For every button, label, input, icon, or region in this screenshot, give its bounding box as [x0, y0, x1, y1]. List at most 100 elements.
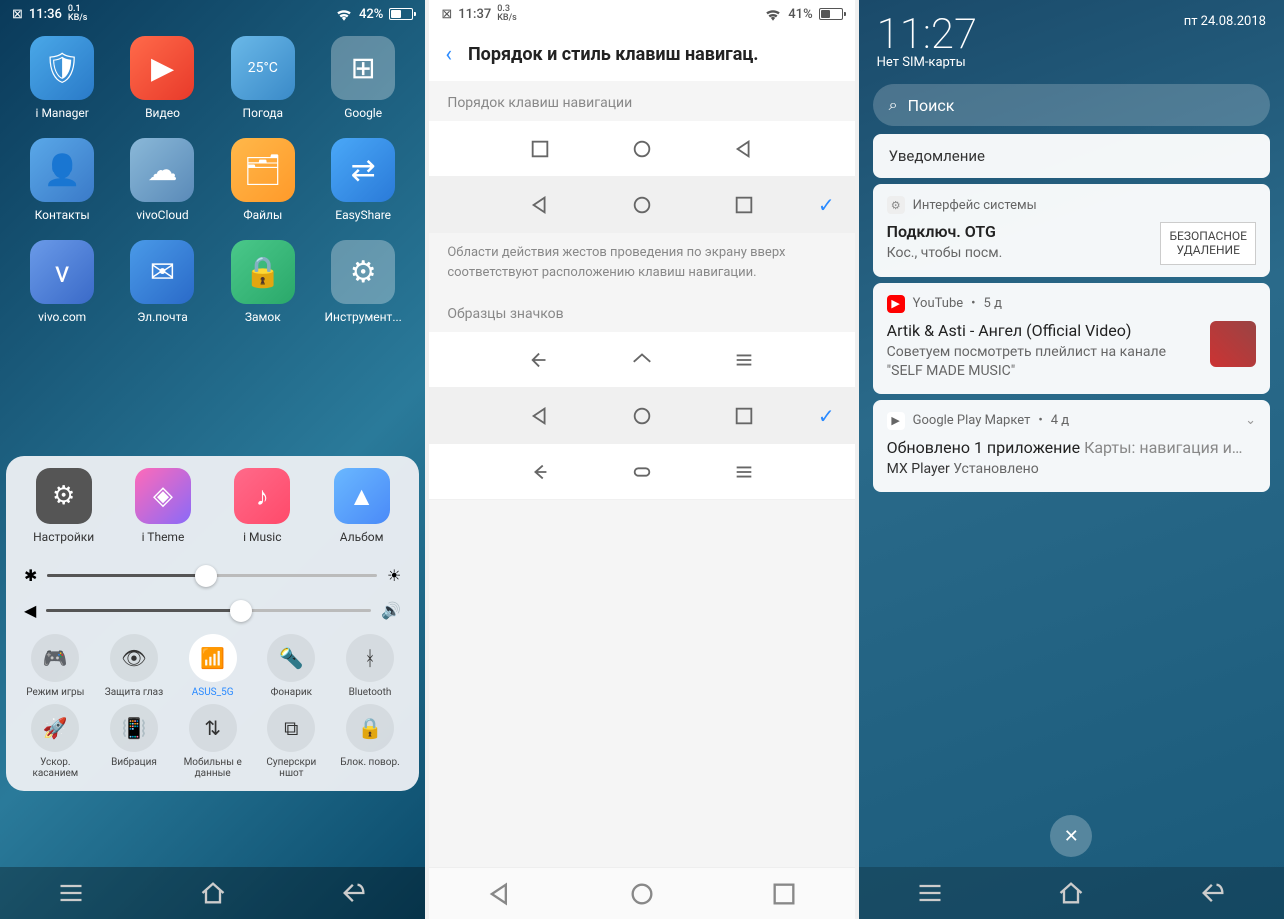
- android-nav-bar: [859, 867, 1284, 919]
- home-button[interactable]: [199, 879, 227, 907]
- toggle-label: Суперскри ншот: [255, 757, 327, 779]
- volume-high-icon: 🔊: [381, 601, 401, 620]
- recent-apps-button[interactable]: [57, 879, 85, 907]
- chevron-down-icon[interactable]: ⌄: [1245, 413, 1256, 428]
- back-icon[interactable]: ‹: [445, 42, 452, 67]
- toggle-label: ASUS_5G: [192, 687, 234, 698]
- toggle-Блок.-повор.[interactable]: 🔒Блок. повор.: [333, 704, 408, 779]
- cc-app-i Theme[interactable]: ◈i Theme: [117, 468, 208, 544]
- app-Эл.почта[interactable]: ✉ Эл.почта: [116, 240, 208, 324]
- notification-otg[interactable]: ⚙ Интерфейс системы Подключ. OTG Кос., ч…: [873, 184, 1270, 277]
- back-button[interactable]: [486, 880, 514, 908]
- clear-notifications-button[interactable]: ✕: [1050, 815, 1092, 857]
- search-placeholder: Поиск: [908, 96, 955, 115]
- toggle-label: Вибрация: [111, 757, 157, 768]
- toggle-Вибрация[interactable]: 📳 Вибрация: [97, 704, 172, 779]
- app-icon: 🛡: [30, 36, 94, 100]
- app-vivo.com[interactable]: vvivo.com: [16, 240, 108, 324]
- icon-style-option-3[interactable]: [429, 444, 854, 500]
- icon-style-option-1[interactable]: [429, 332, 854, 388]
- app-i Manager[interactable]: 🛡 i Manager: [16, 36, 108, 120]
- notif-title: Обновлено 1 приложение Карты: навигация …: [887, 438, 1256, 457]
- android-nav-bar: [0, 867, 425, 919]
- brightness-low-icon: ✱: [24, 566, 37, 585]
- icon-style-option-2[interactable]: ✓: [429, 388, 854, 444]
- app-label: i Manager: [36, 106, 89, 120]
- toggle-label: Режим игры: [26, 687, 84, 698]
- app-Google[interactable]: ⊞Google: [317, 36, 409, 120]
- app-Контакты[interactable]: 👤Контакты: [16, 138, 108, 222]
- search-bar[interactable]: ⌕ Поиск: [873, 84, 1270, 126]
- app-label: Замок: [245, 310, 281, 324]
- volume-slider[interactable]: ◀ 🔊: [18, 593, 407, 628]
- app-icon: ♪: [234, 468, 290, 524]
- app-vivoCloud[interactable]: ☁vivoCloud: [116, 138, 208, 222]
- section-description: Области действия жестов проведения по эк…: [429, 233, 854, 292]
- back-button[interactable]: [340, 879, 368, 907]
- toggle-icon: 📳: [110, 704, 158, 752]
- lock-date: пт 24.08.2018: [1184, 14, 1266, 29]
- status-bar: ⊠ 11:37 0.3 KB/s 41%: [429, 0, 854, 28]
- notif-app-name: YouTube: [913, 296, 964, 311]
- status-bar: ⊠ 11:36 0.1 KB/s 42%: [0, 0, 425, 28]
- network-speed: 0.1 KB/s: [68, 5, 88, 23]
- toggle-icon: 🔦: [267, 634, 315, 682]
- home-button[interactable]: [1057, 879, 1085, 907]
- toggle-icon: ⇅: [189, 704, 237, 752]
- toggle-Bluetooth[interactable]: ᚼBluetooth: [333, 634, 408, 698]
- app-icon: ▲: [334, 468, 390, 524]
- circle-icon: [631, 138, 653, 160]
- recent-apps-button[interactable]: [916, 879, 944, 907]
- app-Инструмент...[interactable]: ⚙Инструмент...: [317, 240, 409, 324]
- toggle-Мобильны-е-данные[interactable]: ⇅Мобильны е данные: [175, 704, 250, 779]
- toggle-icon: 🚀: [31, 704, 79, 752]
- nav-order-option-1[interactable]: [429, 121, 854, 177]
- brightness-slider[interactable]: ✱ ☀: [18, 558, 407, 593]
- nav-order-option-2[interactable]: ✓: [429, 177, 854, 233]
- toggle-Режим-игры[interactable]: 🎮Режим игры: [18, 634, 93, 698]
- cc-app-Настройки[interactable]: ⚙Настройки: [18, 468, 109, 544]
- network-speed: 0.3 KB/s: [497, 5, 517, 23]
- app-Погода[interactable]: 25°CПогода: [217, 36, 309, 120]
- triangle-back-icon: [529, 405, 551, 427]
- toggle-Защита-глаз[interactable]: 👁Защита глаз: [97, 634, 172, 698]
- recent-apps-button[interactable]: [770, 880, 798, 908]
- notification-play-store[interactable]: ▶ Google Play Маркет • 4 д ⌄ Обновлено 1…: [873, 400, 1270, 492]
- section-icon-samples: Образцы значков: [429, 292, 854, 332]
- android-nav-bar: [429, 867, 854, 919]
- notif-body: Кос., чтобы посм.: [887, 244, 1151, 264]
- toggle-Ускор.-касанием[interactable]: 🚀Ускор. касанием: [18, 704, 93, 779]
- app-icon: 👤: [30, 138, 94, 202]
- toggle-Суперскри-ншот[interactable]: ⧉Суперскри ншот: [254, 704, 329, 779]
- safe-remove-button[interactable]: БЕЗОПАСНОЕ УДАЛЕНИЕ: [1160, 222, 1256, 265]
- page-title: Порядок и стиль клавиш навигац.: [468, 44, 759, 65]
- app-icon: ✉: [130, 240, 194, 304]
- app-EasyShare[interactable]: ⇄EasyShare: [317, 138, 409, 222]
- toggle-label: Блок. повор.: [340, 757, 399, 768]
- app-label: Эл.почта: [137, 310, 188, 324]
- back-button[interactable]: [1199, 879, 1227, 907]
- brightness-high-icon: ☀: [387, 566, 401, 585]
- cc-app-i Music[interactable]: ♪i Music: [217, 468, 308, 544]
- toggle-grid-1: 🎮Режим игры👁Защита глаз📶ASUS_5G🔦Фонарикᚼ…: [18, 634, 407, 698]
- home-button[interactable]: [628, 880, 656, 908]
- notification-youtube[interactable]: ▶ YouTube • 5 д Artik & Asti - Ангел (Of…: [873, 283, 1270, 394]
- toggle-label: Защита глаз: [105, 687, 163, 698]
- battery-icon: [819, 8, 843, 20]
- app-Файлы[interactable]: 🗂Файлы: [217, 138, 309, 222]
- pill-icon: [631, 461, 653, 483]
- section-nav-order: Порядок клавиш навигации: [429, 81, 854, 121]
- circle-icon: [631, 194, 653, 216]
- cc-app-Альбом[interactable]: ▲Альбом: [316, 468, 407, 544]
- app-label: Google: [344, 106, 382, 120]
- app-Замок[interactable]: 🔒Замок: [217, 240, 309, 324]
- toggle-ASUS_5G[interactable]: 📶ASUS_5G: [175, 634, 250, 698]
- notif-app-name: Google Play Маркет: [913, 413, 1031, 428]
- check-icon: ✓: [818, 404, 835, 428]
- toggle-Фонарик[interactable]: 🔦Фонарик: [254, 634, 329, 698]
- battery-text: 41%: [788, 7, 812, 22]
- sim-status: Нет SIM-карты: [877, 55, 1266, 70]
- toggle-icon: ᚼ: [346, 634, 394, 682]
- app-icon: ⚙: [36, 468, 92, 524]
- app-Видео[interactable]: ▶Видео: [116, 36, 208, 120]
